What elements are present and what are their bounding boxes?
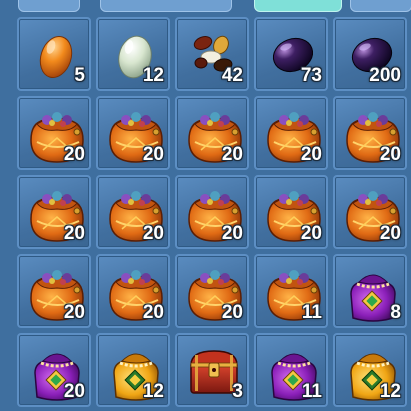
inventory-grid: 5 12 42 73 200 20 20 20 20 20 20 20 20 20 20 20 20 20 11 8 2… <box>17 17 407 407</box>
inventory-slot[interactable]: 12 <box>96 17 170 91</box>
inventory-slot[interactable]: 20 <box>17 175 91 249</box>
item-count: 8 <box>390 302 401 323</box>
tab-4[interactable] <box>350 0 411 12</box>
inventory-slot[interactable]: 20 <box>333 175 407 249</box>
inventory-slot[interactable]: 3 <box>175 333 249 407</box>
item-count: 20 <box>300 223 322 244</box>
inventory-slot[interactable]: 5 <box>17 17 91 91</box>
item-count: 20 <box>142 302 164 323</box>
inventory-slot[interactable]: 200 <box>333 17 407 91</box>
item-count: 11 <box>301 381 322 402</box>
item-count: 12 <box>142 65 164 86</box>
item-count: 11 <box>301 302 322 323</box>
inventory-slot[interactable]: 20 <box>175 254 249 328</box>
item-count: 3 <box>232 381 243 402</box>
inventory-slot[interactable]: 8 <box>333 254 407 328</box>
inventory-slot[interactable]: 20 <box>254 175 328 249</box>
item-count: 20 <box>63 302 85 323</box>
inventory-slot[interactable]: 20 <box>96 175 170 249</box>
item-count: 20 <box>142 144 164 165</box>
item-count: 200 <box>369 65 401 86</box>
item-count: 20 <box>379 144 401 165</box>
inventory-slot[interactable]: 20 <box>17 254 91 328</box>
inventory-slot[interactable]: 11 <box>254 254 328 328</box>
inventory-slot[interactable]: 20 <box>175 96 249 170</box>
inventory-slot[interactable]: 12 <box>96 333 170 407</box>
inventory-slot[interactable]: 20 <box>96 96 170 170</box>
item-count: 20 <box>379 223 401 244</box>
tab-3-active[interactable] <box>254 0 342 12</box>
item-count: 20 <box>63 381 85 402</box>
item-count: 12 <box>379 381 401 402</box>
item-count: 20 <box>63 144 85 165</box>
inventory-slot[interactable]: 20 <box>254 96 328 170</box>
item-count: 12 <box>142 381 164 402</box>
inventory-slot[interactable]: 11 <box>254 333 328 407</box>
item-count: 20 <box>221 302 243 323</box>
inventory-slot[interactable]: 20 <box>333 96 407 170</box>
item-count: 20 <box>63 223 85 244</box>
tab-bar <box>0 0 411 16</box>
tab-1[interactable] <box>18 0 80 12</box>
item-count: 5 <box>74 65 85 86</box>
item-count: 73 <box>300 65 322 86</box>
inventory-slot[interactable]: 20 <box>96 254 170 328</box>
inventory-slot[interactable]: 73 <box>254 17 328 91</box>
item-count: 20 <box>221 144 243 165</box>
inventory-slot[interactable]: 20 <box>17 96 91 170</box>
inventory-slot[interactable]: 20 <box>175 175 249 249</box>
inventory-slot[interactable]: 20 <box>17 333 91 407</box>
item-count: 20 <box>300 144 322 165</box>
inventory-slot[interactable]: 42 <box>175 17 249 91</box>
item-count: 42 <box>221 65 243 86</box>
item-count: 20 <box>221 223 243 244</box>
tab-2[interactable] <box>100 0 232 12</box>
item-count: 20 <box>142 223 164 244</box>
inventory-slot[interactable]: 12 <box>333 333 407 407</box>
